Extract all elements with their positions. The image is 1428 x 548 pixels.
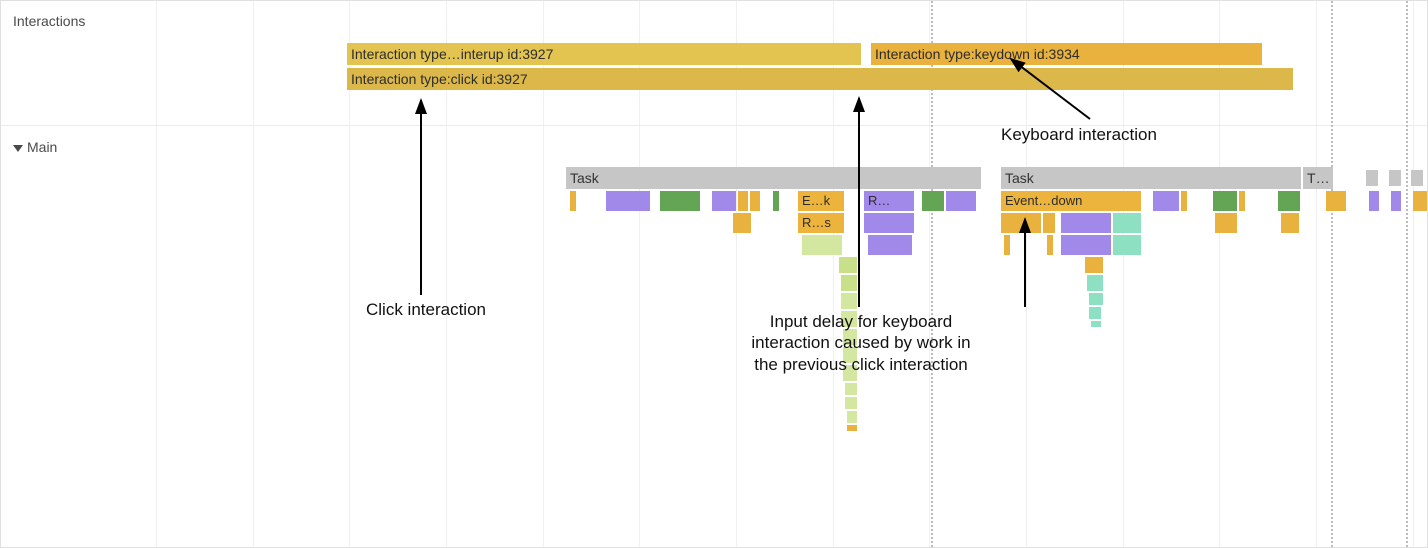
task-sliver[interactable] xyxy=(1366,170,1378,186)
performance-panel[interactable]: Interactions Main Interaction type…inter… xyxy=(0,0,1428,548)
chevron-down-icon[interactable] xyxy=(13,145,23,152)
flame-bar[interactable] xyxy=(841,275,857,291)
flame-bar[interactable] xyxy=(1004,235,1010,255)
task-sliver[interactable] xyxy=(1389,170,1401,186)
main-track-label[interactable]: Main xyxy=(13,139,57,155)
flame-bar[interactable] xyxy=(1281,213,1299,233)
flame-bar[interactable] xyxy=(1215,213,1237,233)
flame-bar[interactable] xyxy=(1091,321,1101,327)
flame-bar[interactable] xyxy=(1061,235,1111,255)
flame-bar[interactable] xyxy=(1113,213,1141,233)
gridline xyxy=(156,1,157,547)
flame-bar[interactable] xyxy=(1047,235,1053,255)
time-marker-dotted xyxy=(1406,1,1408,547)
flame-bar[interactable] xyxy=(1278,191,1300,211)
flame-bar[interactable] xyxy=(847,425,857,431)
flame-bar[interactable] xyxy=(946,191,976,211)
gridline xyxy=(253,1,254,547)
flame-bar[interactable] xyxy=(1213,191,1237,211)
flame-bar[interactable] xyxy=(1089,307,1101,319)
flame-bar[interactable] xyxy=(841,293,857,309)
flame-bar[interactable] xyxy=(1413,191,1427,211)
flame-bar[interactable] xyxy=(773,191,779,211)
flame-bar[interactable] xyxy=(1181,191,1187,211)
flame-bar[interactable] xyxy=(845,383,857,395)
track-divider xyxy=(1,125,1427,126)
flame-bar[interactable] xyxy=(864,213,914,233)
flame-bar[interactable] xyxy=(570,191,576,211)
flame-bar[interactable] xyxy=(922,191,944,211)
interaction-click-bar[interactable]: Interaction type:click id:3927 xyxy=(347,68,1293,90)
flame-bar[interactable] xyxy=(1089,293,1103,305)
flame-bar[interactable] xyxy=(1239,191,1245,211)
task-bar-1[interactable]: Task xyxy=(566,167,981,189)
flame-bar[interactable] xyxy=(750,191,760,211)
flame-bar[interactable] xyxy=(1369,191,1379,211)
flame-bar[interactable] xyxy=(1087,275,1103,291)
flame-bar[interactable] xyxy=(712,191,736,211)
flame-bar[interactable] xyxy=(1061,213,1111,233)
flame-bar[interactable] xyxy=(660,191,700,211)
flame-bar-eventdown[interactable]: Event…down xyxy=(1001,191,1141,211)
flame-bar-ek[interactable]: E…k xyxy=(798,191,844,211)
gridline xyxy=(1413,1,1414,547)
flame-bar[interactable] xyxy=(1391,191,1401,211)
gridline xyxy=(1316,1,1317,547)
task-bar-2[interactable]: Task xyxy=(1001,167,1301,189)
flame-bar[interactable] xyxy=(1043,213,1055,233)
annotation-input-delay: Input delay for keyboard interaction cau… xyxy=(721,311,1001,375)
flame-bar[interactable] xyxy=(1326,191,1346,211)
flame-bar[interactable] xyxy=(1113,235,1141,255)
flame-bar[interactable] xyxy=(847,411,857,423)
flame-bar[interactable] xyxy=(868,235,912,255)
flame-bar[interactable] xyxy=(839,257,857,273)
flame-bar[interactable] xyxy=(738,191,748,211)
flame-bar-r[interactable]: R… xyxy=(864,191,914,211)
flame-bar[interactable] xyxy=(1085,257,1103,273)
flame-bar[interactable] xyxy=(845,397,857,409)
task-sliver[interactable] xyxy=(1411,170,1423,186)
annotation-click-interaction: Click interaction xyxy=(351,299,501,320)
main-track-label-text: Main xyxy=(27,139,57,155)
flame-bar[interactable] xyxy=(606,191,650,211)
flame-bar[interactable] xyxy=(1001,213,1041,233)
flame-bar[interactable] xyxy=(1153,191,1179,211)
interaction-pointerup-bar[interactable]: Interaction type…interup id:3927 xyxy=(347,43,861,65)
flame-bar[interactable] xyxy=(733,213,751,233)
annotation-keyboard-interaction: Keyboard interaction xyxy=(1001,124,1201,145)
task-bar-3[interactable]: T… xyxy=(1303,167,1333,189)
interaction-keydown-bar[interactable]: Interaction type:keydown id:3934 xyxy=(871,43,1262,65)
flame-bar-rs[interactable]: R…s xyxy=(798,213,844,233)
time-marker-dotted xyxy=(1331,1,1333,547)
interactions-track-label[interactable]: Interactions xyxy=(13,13,85,29)
flame-bar[interactable] xyxy=(802,235,842,255)
